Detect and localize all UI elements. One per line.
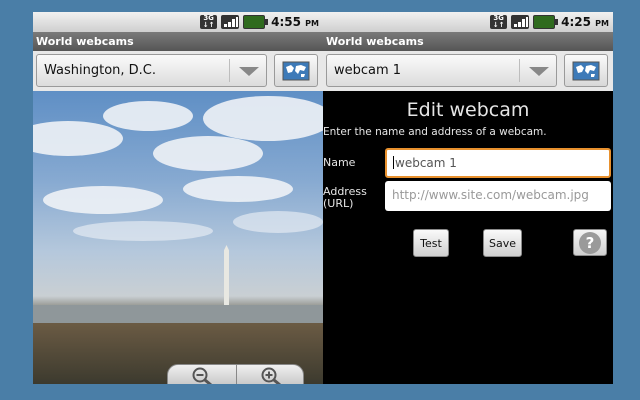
right-phone-screen: 3G ↓↑ 4:25 PM World webcams webcam 1 Edit… (323, 12, 613, 384)
webcam-select-row: webcam 1 (323, 51, 613, 91)
left-phone-screen: 3G ↓↑ 4:55 PM World webcams Washington, D… (33, 12, 323, 384)
status-clock: 4:25 PM (561, 15, 609, 29)
webcam-dropdown[interactable]: webcam 1 (326, 54, 557, 87)
3g-icon: 3G ↓↑ (490, 15, 508, 29)
status-clock: 4:55 PM (271, 15, 319, 29)
address-field[interactable]: http://www.site.com/webcam.jpg (385, 181, 611, 211)
signal-icon (511, 15, 530, 29)
location-dropdown[interactable]: Washington, D.C. (36, 54, 267, 87)
zoom-in-button[interactable] (236, 365, 305, 384)
dropdown-arrow-icon (239, 67, 259, 76)
map-icon (572, 61, 600, 80)
app-title: World webcams (33, 32, 323, 51)
edit-webcam-description: Enter the name and address of a webcam. (323, 126, 547, 138)
status-bar: 3G ↓↑ 4:55 PM (33, 12, 323, 32)
help-icon: ? (579, 231, 601, 254)
zoom-out-icon (192, 367, 212, 384)
battery-icon (243, 15, 269, 29)
help-button[interactable]: ? (573, 229, 607, 256)
monument (224, 245, 229, 310)
battery-icon (533, 15, 559, 29)
address-label: Address (URL) (323, 185, 367, 210)
zoom-out-button[interactable] (168, 365, 236, 384)
map-icon (282, 61, 310, 80)
save-button[interactable]: Save (483, 229, 522, 257)
address-placeholder: http://www.site.com/webcam.jpg (392, 188, 589, 202)
name-label: Name (323, 156, 356, 169)
webcam-image[interactable] (33, 91, 323, 384)
3g-icon: 3G ↓↑ (200, 15, 218, 29)
app-title: World webcams (323, 32, 613, 51)
status-bar: 3G ↓↑ 4:25 PM (323, 12, 613, 32)
map-button[interactable] (564, 54, 608, 87)
map-button[interactable] (274, 54, 318, 87)
webcam-dropdown-value: webcam 1 (334, 63, 402, 78)
signal-icon (221, 15, 240, 29)
location-dropdown-value: Washington, D.C. (44, 63, 157, 78)
zoom-controls (167, 364, 304, 384)
zoom-in-icon (261, 367, 281, 384)
dropdown-arrow-icon (529, 67, 549, 76)
test-button[interactable]: Test (413, 229, 449, 257)
location-select-row: Washington, D.C. (33, 51, 323, 91)
edit-webcam-heading: Edit webcam (406, 99, 530, 121)
name-field[interactable]: webcam 1 (385, 148, 611, 178)
